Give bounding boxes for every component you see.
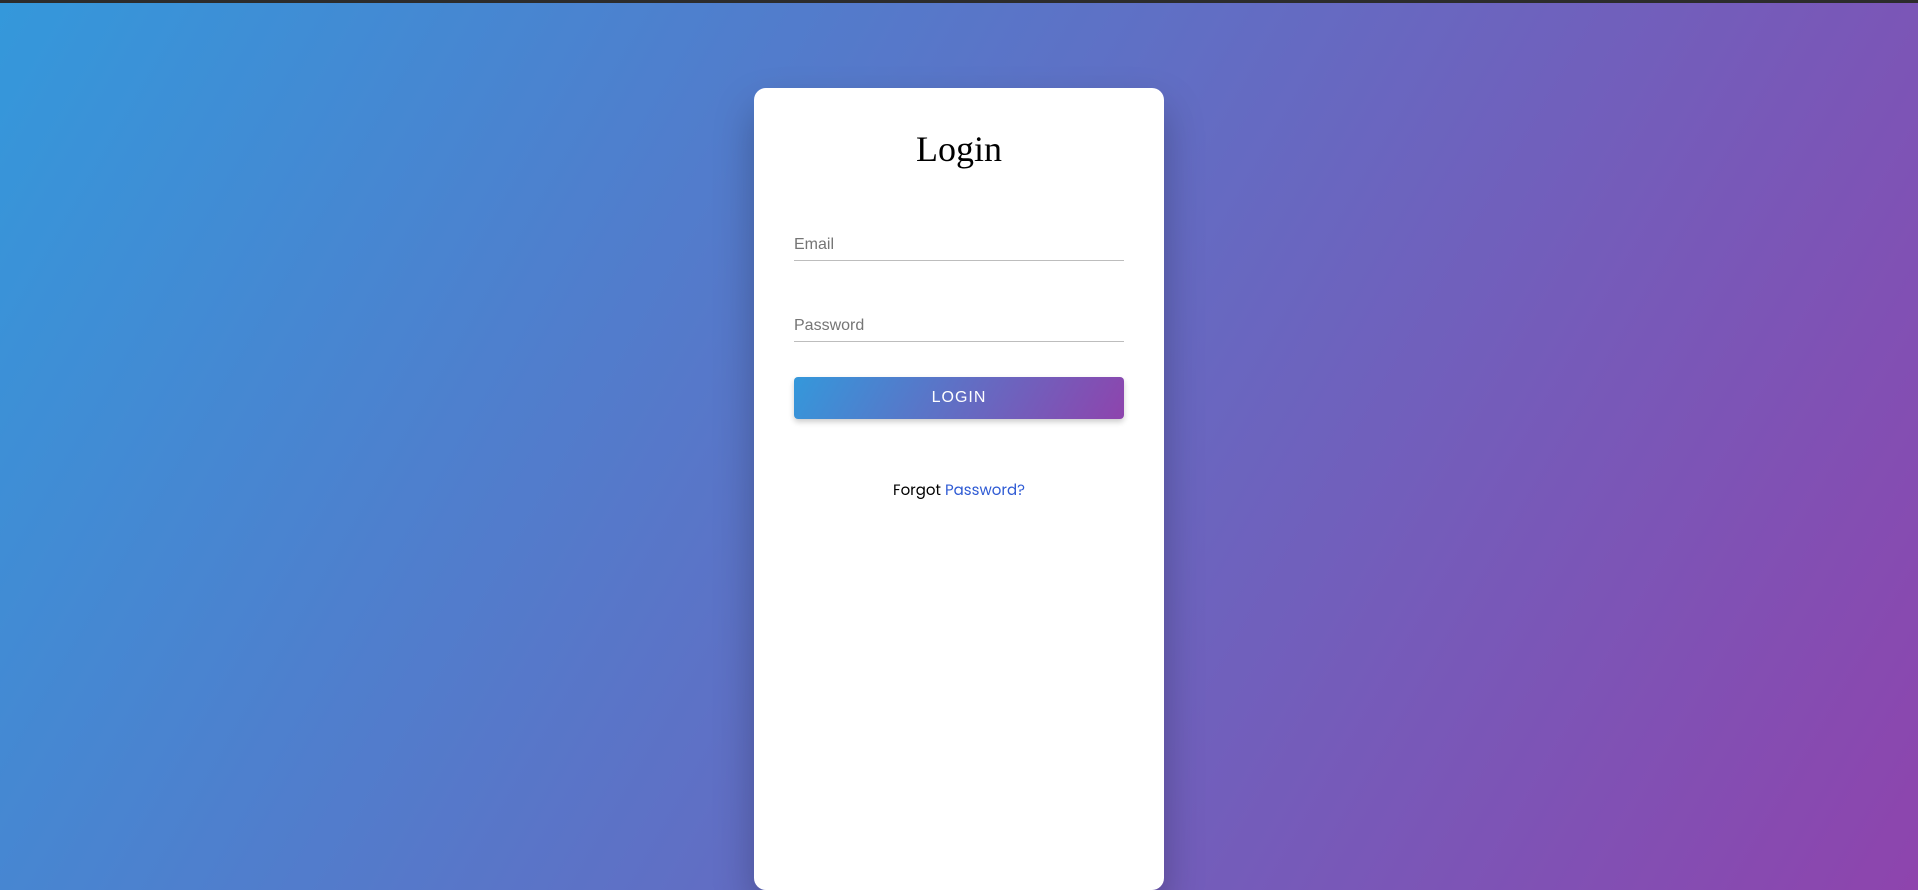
login-title: Login — [794, 128, 1124, 170]
login-button[interactable]: LOGIN — [794, 377, 1124, 419]
forgot-password-text: Forgot Password? — [794, 479, 1124, 502]
email-input[interactable] — [794, 230, 1124, 261]
password-input[interactable] — [794, 311, 1124, 342]
forgot-prefix: Forgot — [893, 480, 945, 501]
password-field-wrapper — [794, 311, 1124, 342]
forgot-password-link[interactable]: Password? — [945, 480, 1025, 501]
email-field-wrapper — [794, 230, 1124, 261]
login-card: Login LOGIN Forgot Password? — [754, 88, 1164, 890]
